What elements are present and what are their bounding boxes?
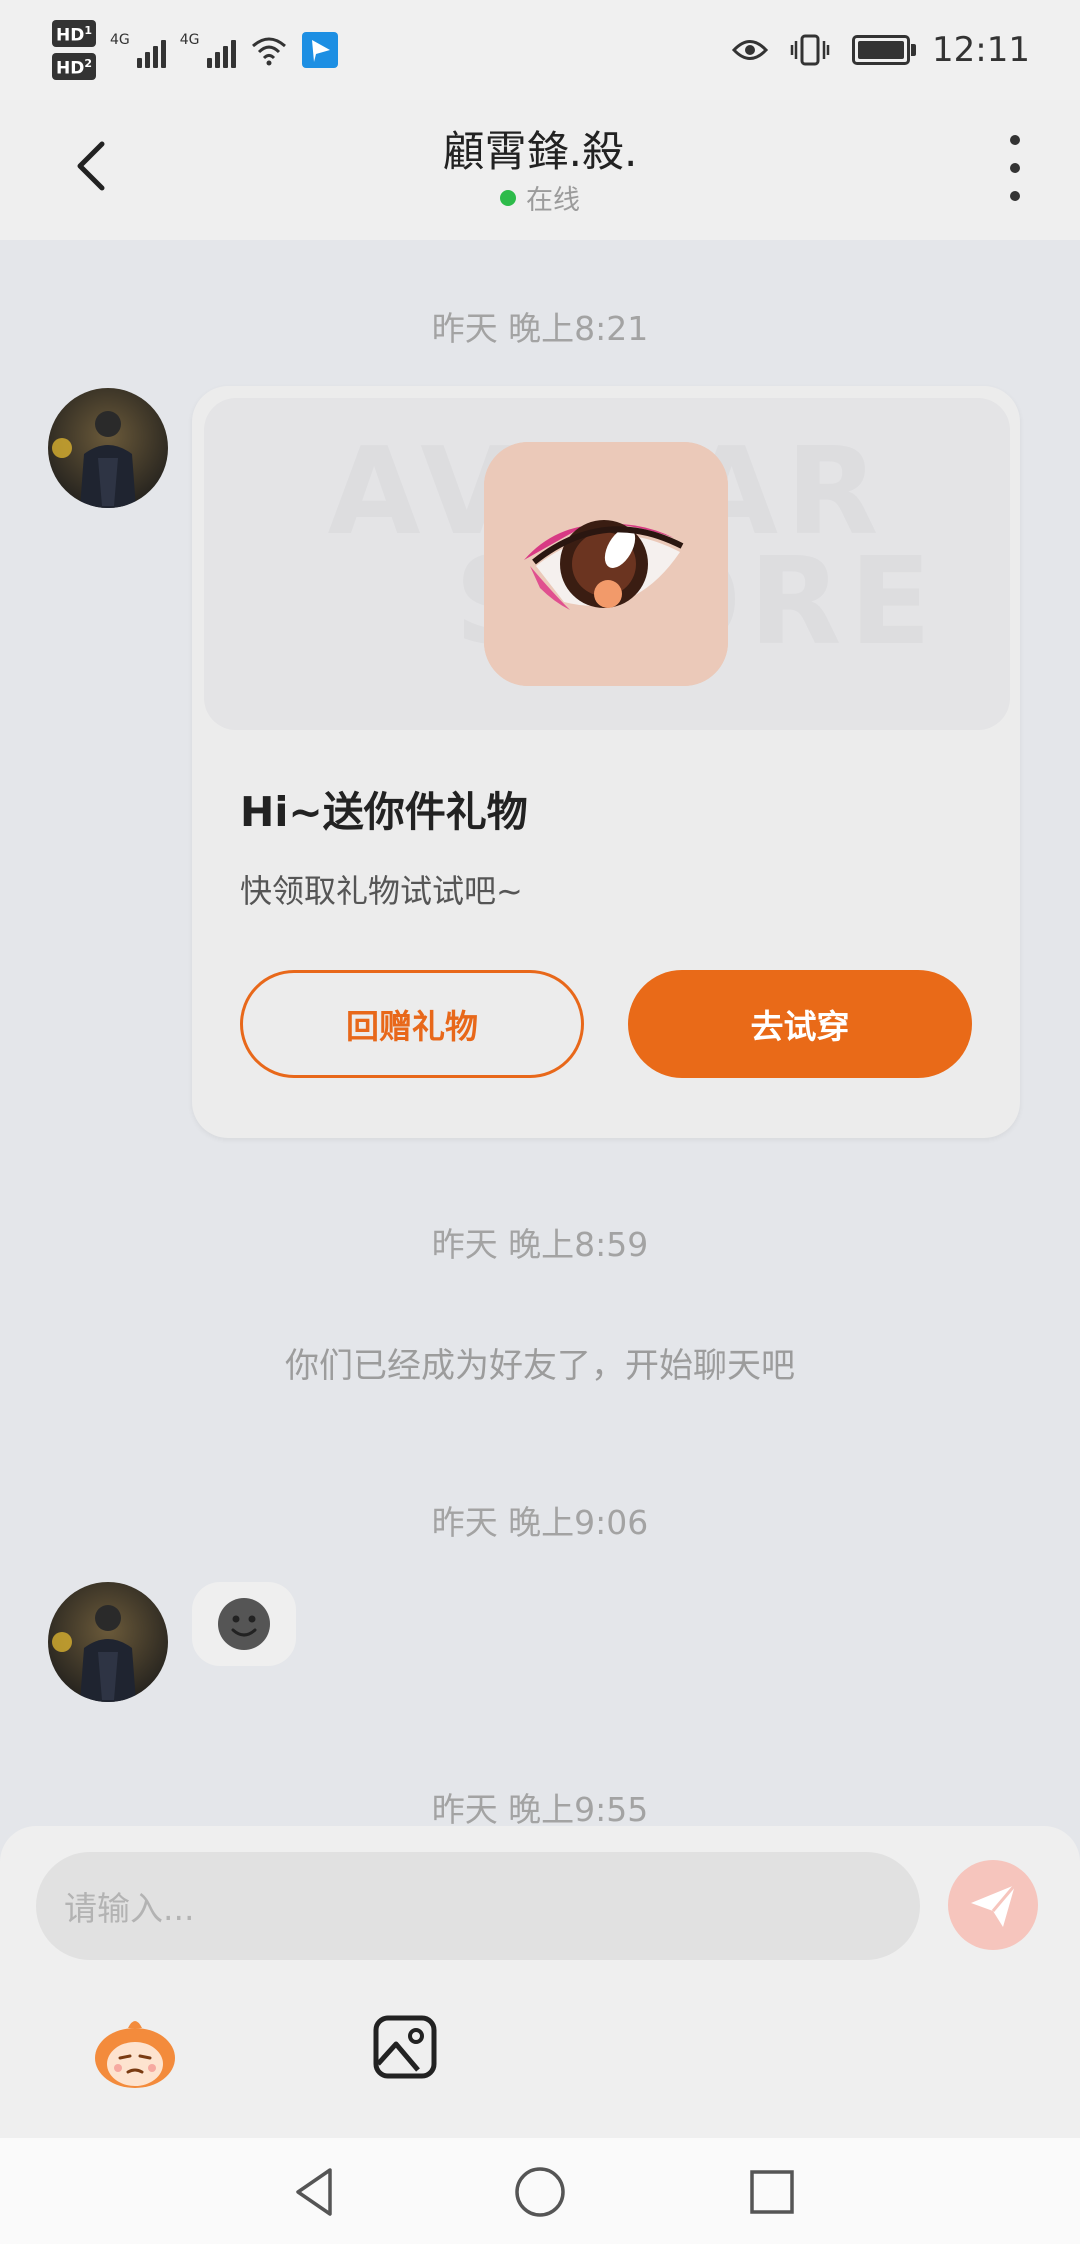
try-on-button[interactable]: 去试穿 <box>628 970 972 1078</box>
sim1-hd-badge: HD1 <box>52 20 96 47</box>
mascot-icon <box>95 2021 175 2088</box>
message-input-placeholder: 请输入... <box>64 1889 195 1928</box>
system-message: 你们已经成为好友了，开始聊天吧 <box>285 1346 795 1386</box>
status-indicators: HD1 HD2 4G 4G <box>52 20 338 80</box>
status-time: 12:11 <box>932 30 1030 70</box>
nav-back-icon <box>296 2168 332 2216</box>
return-gift-button[interactable]: 回赠礼物 <box>240 970 584 1078</box>
vibrate-icon <box>790 34 830 66</box>
send-icon <box>971 1884 1017 1927</box>
message-timestamp: 昨天 晚上9:55 <box>431 1790 649 1829</box>
online-status: 在线 <box>340 178 740 217</box>
nav-home-icon <box>515 2167 565 2217</box>
more-options-button[interactable] <box>995 135 1035 201</box>
contact-avatar[interactable] <box>48 388 168 508</box>
send-button[interactable] <box>948 1860 1038 1950</box>
battery-icon <box>852 35 917 65</box>
more-icon <box>1010 135 1020 145</box>
message-timestamp: 昨天 晚上9:06 <box>431 1503 649 1542</box>
back-icon <box>77 141 105 191</box>
gift-item-image[interactable] <box>484 442 728 686</box>
online-dot-icon <box>500 189 516 206</box>
sim2-hd-badge: HD2 <box>52 53 96 80</box>
wifi-icon <box>251 37 286 66</box>
gift-card-title: Hi~送你件礼物 <box>240 788 528 836</box>
back-button[interactable] <box>60 130 130 200</box>
image-picker-button[interactable] <box>372 2014 438 2080</box>
nav-home-button[interactable] <box>510 2162 570 2222</box>
mascot-sticker-button[interactable] <box>90 2012 180 2092</box>
app-notification-icon <box>301 32 338 68</box>
status-right: 12:11 <box>732 22 1030 78</box>
gift-card-subtitle: 快领取礼物试试吧~ <box>240 872 523 910</box>
contact-name: 顧霄鋒.殺. <box>442 127 638 176</box>
eye-icon <box>732 40 769 60</box>
signal-icon-2: 4G <box>180 32 236 68</box>
signal-icon-1: 4G <box>110 32 166 68</box>
contact-avatar[interactable] <box>48 1582 168 1702</box>
message-input[interactable]: 请输入... <box>36 1852 920 1960</box>
nav-recent-button[interactable] <box>744 2164 800 2220</box>
message-timestamp: 昨天 晚上8:59 <box>431 1225 649 1264</box>
nav-recent-icon <box>750 2170 794 2214</box>
nav-back-button[interactable] <box>286 2162 346 2222</box>
online-status-label: 在线 <box>526 185 580 216</box>
smile-emoji-icon <box>218 1598 270 1650</box>
message-timestamp: 昨天 晚上8:21 <box>431 309 649 348</box>
image-icon <box>373 2015 437 2079</box>
emoji-message-bubble[interactable] <box>192 1582 296 1666</box>
